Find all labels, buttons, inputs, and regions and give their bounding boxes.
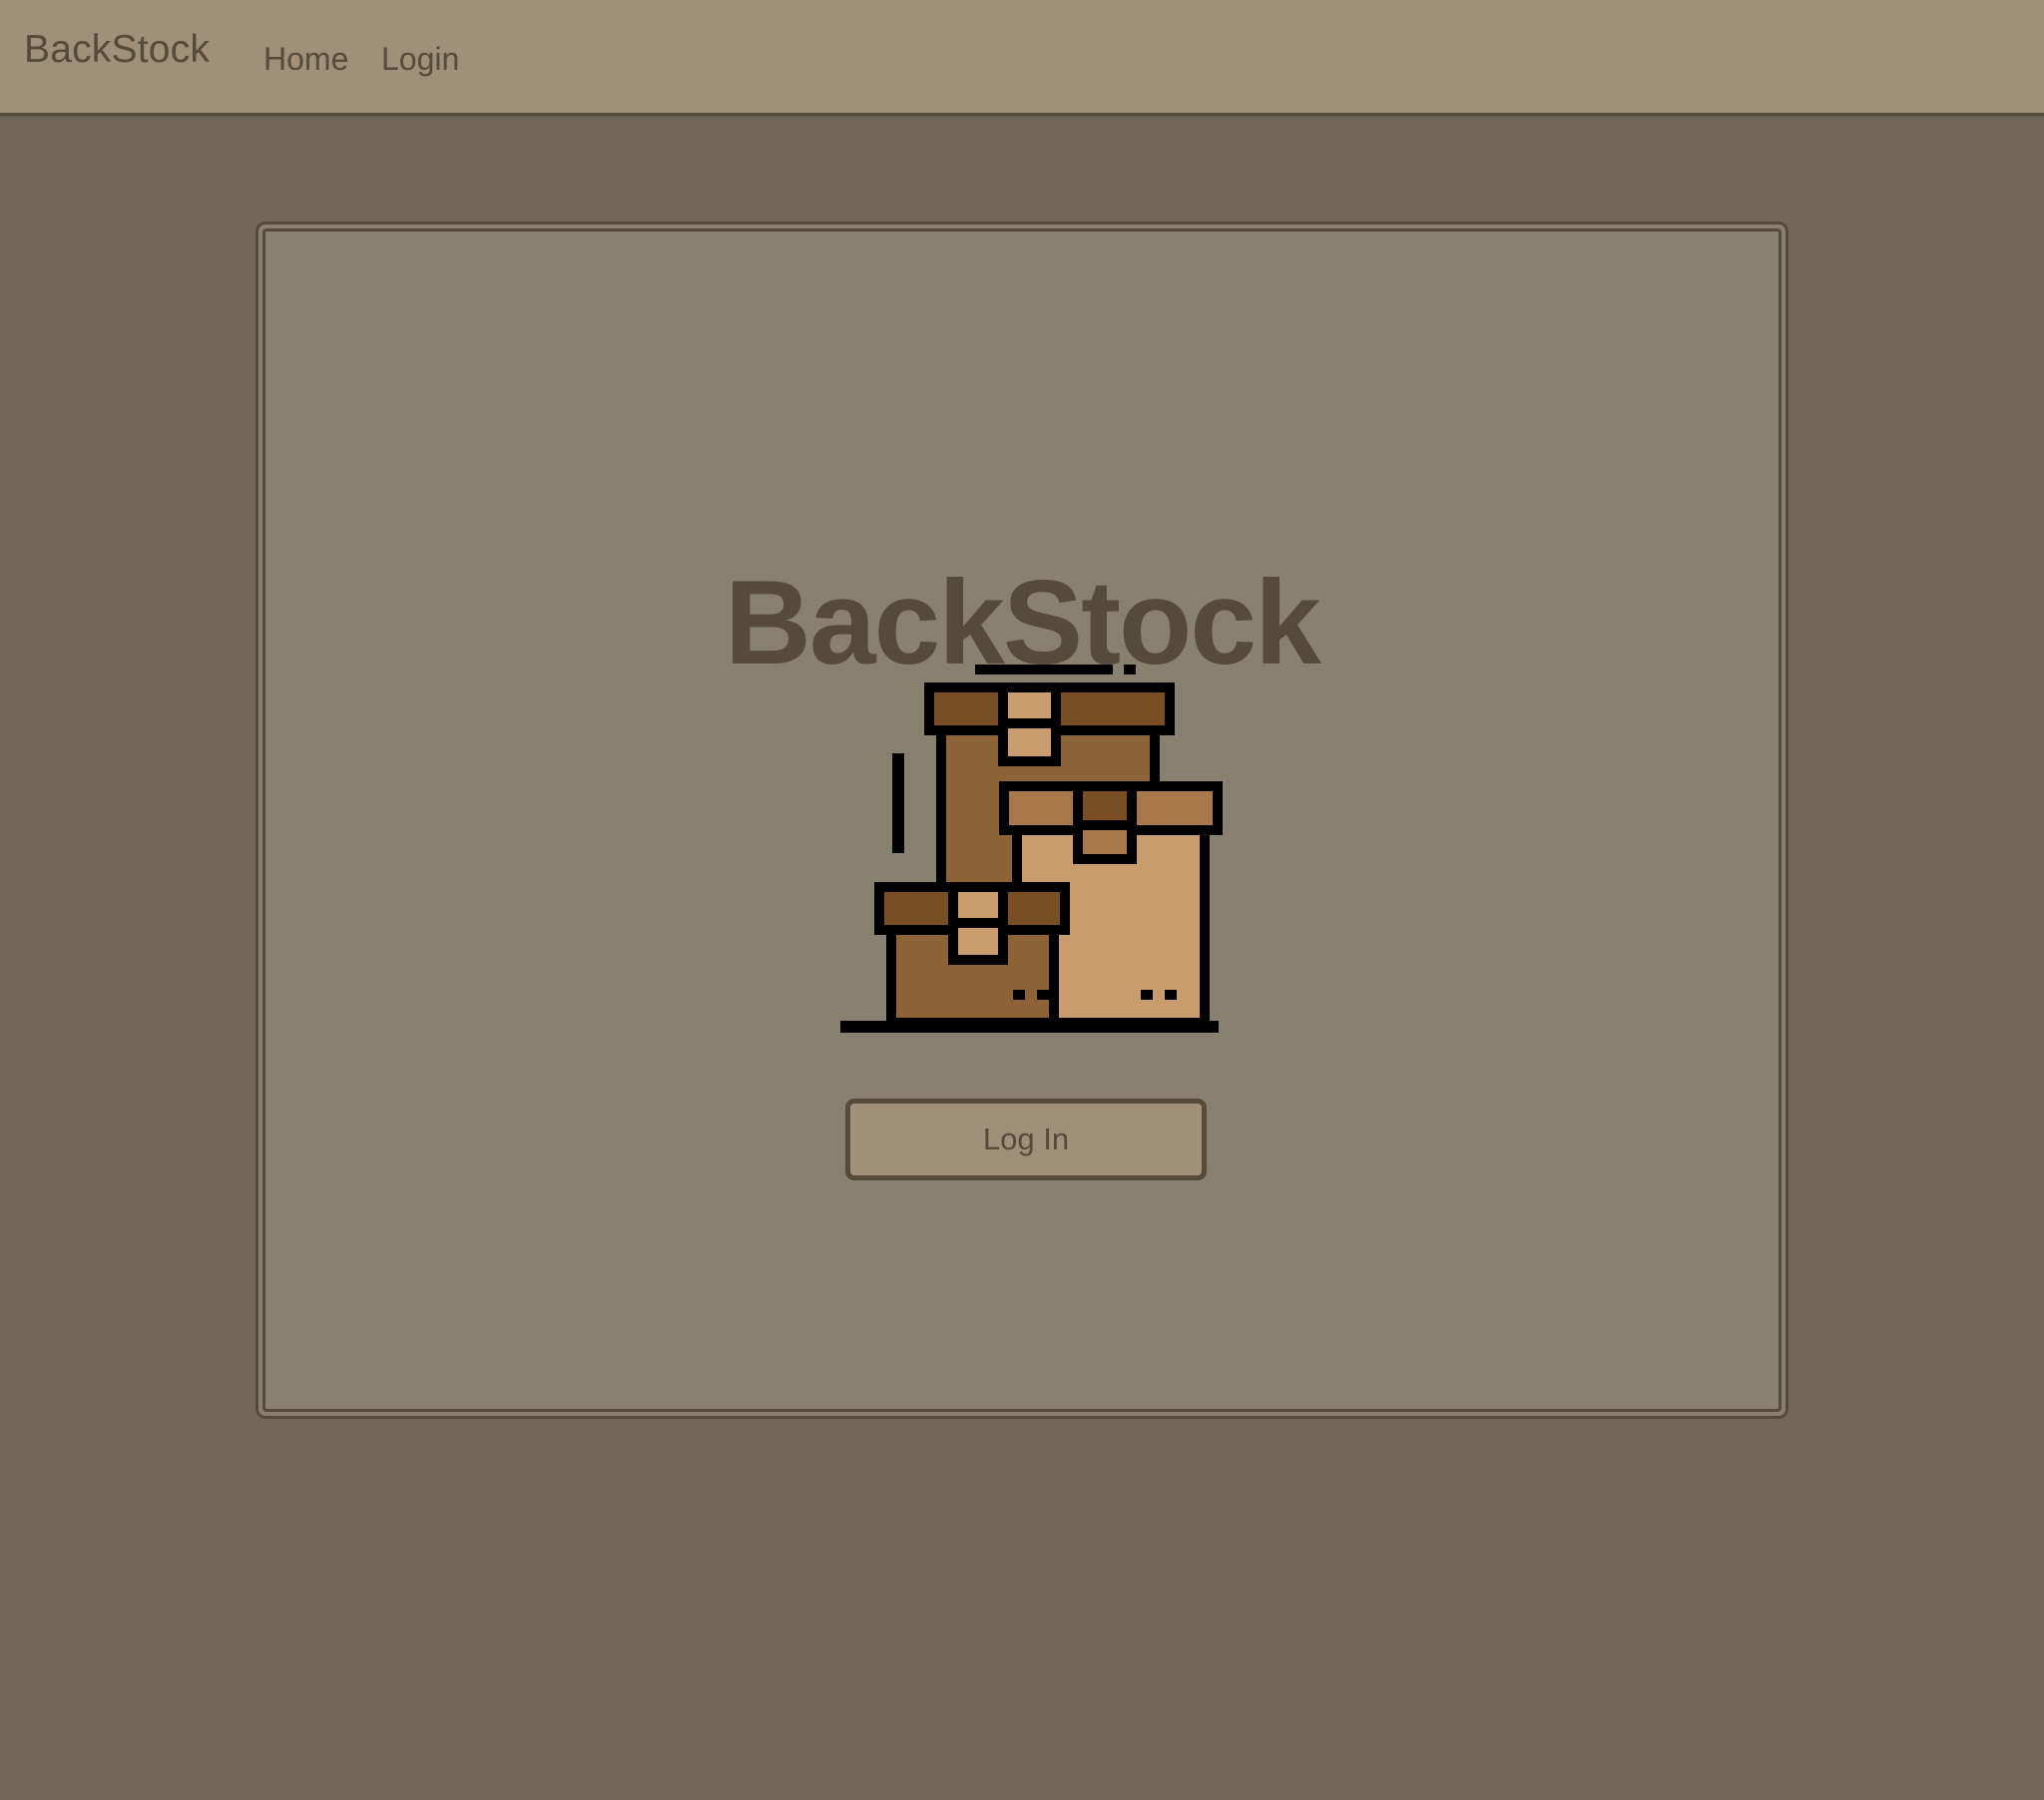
- brand-link[interactable]: BackStock: [24, 28, 210, 72]
- top-navbar: BackStock Home Login: [0, 0, 2044, 116]
- nav-link-login[interactable]: Login: [381, 41, 459, 78]
- login-card-inner: BackStock Log In: [262, 228, 1782, 1412]
- login-card: BackStock Log In: [256, 222, 1788, 1419]
- stacked-boxes-icon: [840, 665, 1223, 1033]
- nav-link-home[interactable]: Home: [263, 41, 348, 78]
- log-in-button[interactable]: Log In: [845, 1099, 1207, 1180]
